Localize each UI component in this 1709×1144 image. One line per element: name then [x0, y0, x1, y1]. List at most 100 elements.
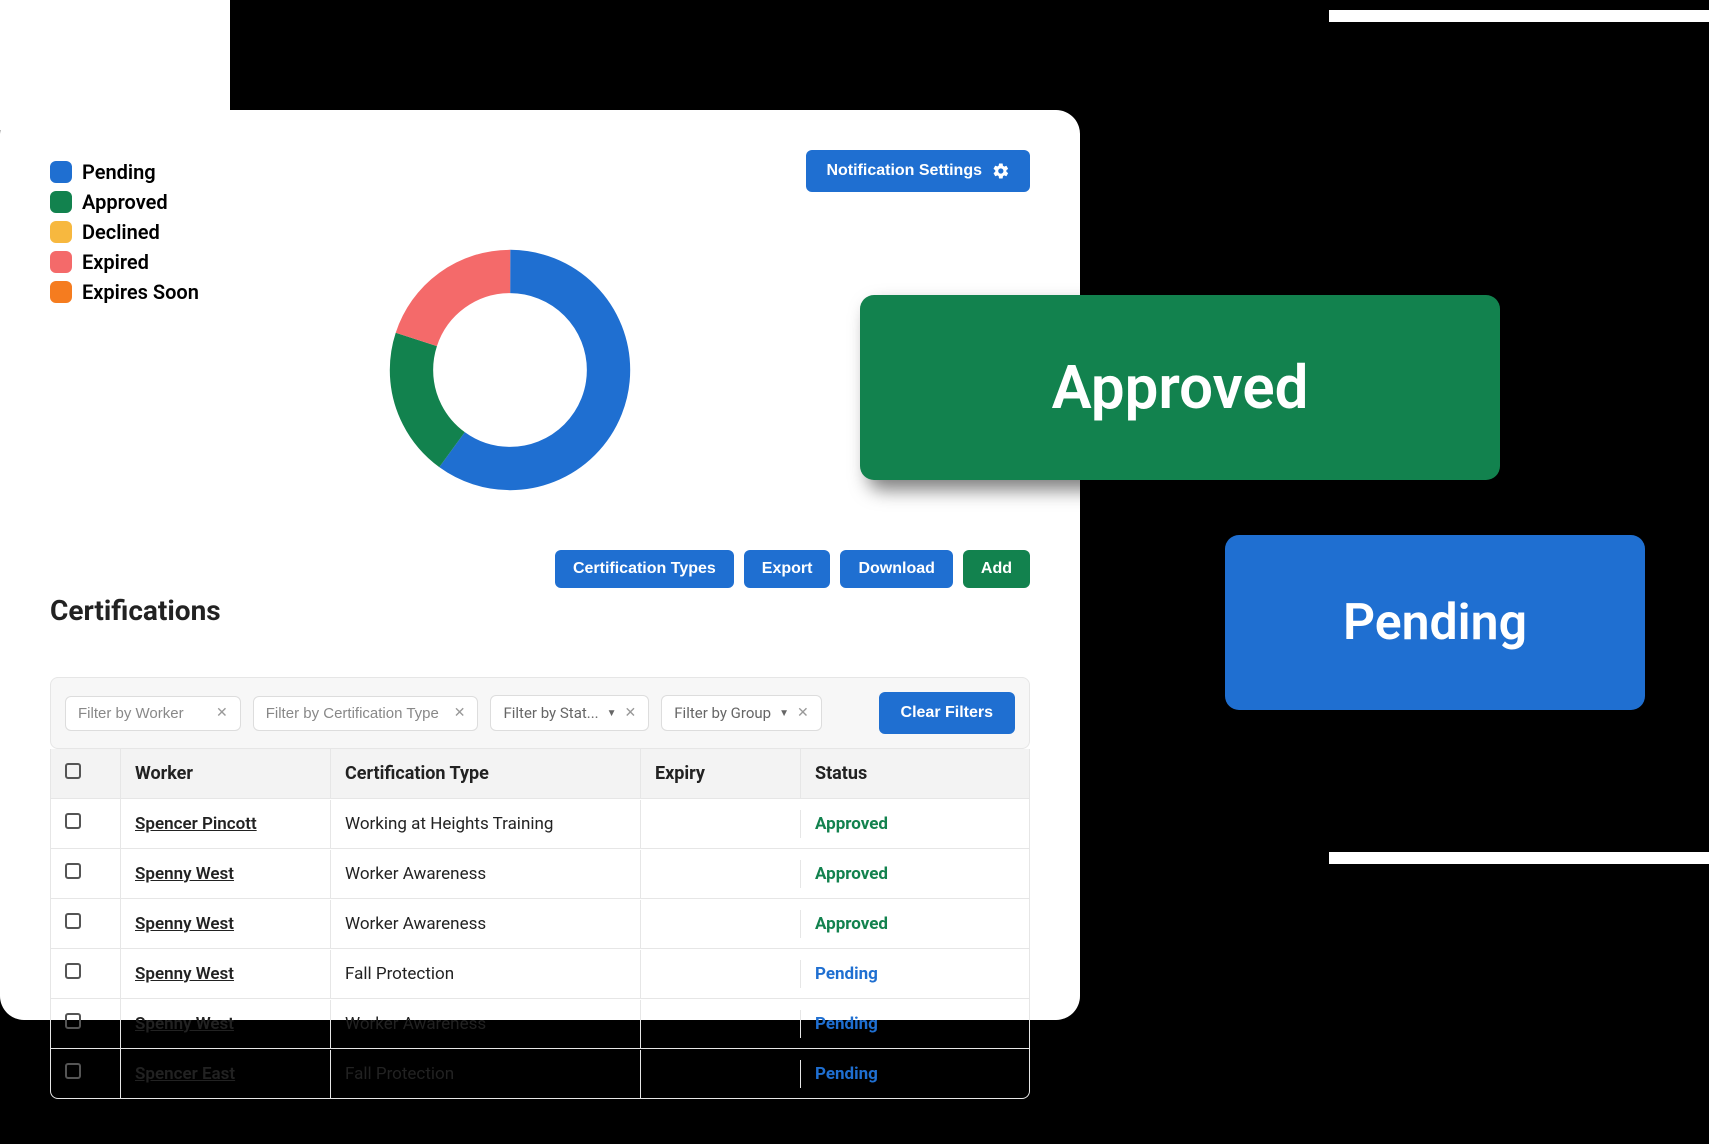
cell-worker: Spencer East — [121, 1050, 331, 1098]
legend-label: Expires Soon — [82, 280, 199, 304]
row-checkbox[interactable] — [65, 1013, 81, 1029]
table-row: Spenny West Fall Protection Pending — [51, 949, 1029, 999]
cell-status: Approved — [801, 800, 981, 848]
status-text: Approved — [815, 914, 888, 934]
decorative-line — [1329, 10, 1709, 22]
cell-cert-type: Worker Awareness — [331, 1000, 641, 1048]
filter-group-label: Filter by Group — [674, 704, 771, 722]
legend-item-declined: Declined — [50, 220, 199, 244]
row-select-cell — [51, 849, 121, 898]
cell-worker: Spenny West — [121, 950, 331, 998]
legend-label: Approved — [82, 190, 168, 214]
close-icon[interactable]: ✕ — [216, 705, 228, 721]
filter-cert-type[interactable]: ✕ — [253, 696, 479, 731]
cell-status: Pending — [801, 950, 981, 998]
row-checkbox[interactable] — [65, 1063, 81, 1079]
certification-types-button[interactable]: Certification Types — [555, 550, 734, 588]
section-title: Certifications — [50, 594, 1030, 627]
cell-expiry — [641, 1010, 801, 1038]
notification-settings-button[interactable]: Notification Settings — [806, 150, 1030, 192]
legend-label: Expired — [82, 250, 149, 274]
close-icon[interactable]: ✕ — [797, 705, 809, 721]
status-donut-chart — [380, 240, 640, 500]
row-select-cell — [51, 949, 121, 998]
badge-label: Pending — [1343, 594, 1527, 652]
cell-worker: Spenny West — [121, 900, 331, 948]
row-checkbox[interactable] — [65, 963, 81, 979]
worker-link[interactable]: Spenny West — [135, 914, 234, 934]
button-label: Notification Settings — [826, 162, 982, 180]
certifications-card: Pending Approved Declined Expired Expire… — [0, 110, 1080, 1020]
cell-worker: Spenny West — [121, 1000, 331, 1048]
cell-status: Pending — [801, 1000, 981, 1048]
close-icon[interactable]: ✕ — [625, 705, 637, 721]
certifications-table: Worker Certification Type Expiry Status … — [50, 749, 1030, 1099]
legend-item-expires-soon: Expires Soon — [50, 280, 199, 304]
status-badge-pending: Pending — [1225, 535, 1645, 710]
export-button[interactable]: Export — [744, 550, 831, 588]
status-badge-approved: Approved — [860, 295, 1500, 480]
chevron-down-icon: ▼ — [779, 708, 789, 719]
legend-label: Declined — [82, 220, 160, 244]
cell-expiry — [641, 960, 801, 988]
col-status: Status — [801, 749, 981, 798]
cell-cert-type: Working at Heights Training — [331, 800, 641, 848]
swatch-expires-soon — [50, 281, 72, 303]
swatch-pending — [50, 161, 72, 183]
table-row: Spenny WestWorker AwarenessApproved — [51, 849, 1029, 899]
swatch-expired — [50, 251, 72, 273]
row-select-cell — [51, 1049, 121, 1098]
add-button[interactable]: Add — [963, 550, 1030, 588]
table-row: Spencer East Fall Protection Pending — [51, 1049, 1029, 1098]
cell-cert-type: Worker Awareness — [331, 850, 641, 898]
filter-worker[interactable]: ✕ — [65, 696, 241, 731]
legend-item-expired: Expired — [50, 250, 199, 274]
legend-label: Pending — [82, 160, 156, 184]
cell-cert-type: Fall Protection — [331, 950, 641, 998]
worker-link[interactable]: Spenny West — [135, 1014, 234, 1034]
close-icon[interactable]: ✕ — [454, 705, 466, 721]
status-text: Pending — [815, 964, 878, 984]
table-row: Spenny West Worker Awareness Pending — [51, 999, 1029, 1049]
download-button[interactable]: Download — [840, 550, 952, 588]
col-cert-type: Certification Type — [331, 749, 641, 798]
cell-status: Approved — [801, 900, 981, 948]
row-checkbox[interactable] — [65, 863, 81, 879]
row-checkbox[interactable] — [65, 813, 81, 829]
table-row: Spencer Pincott Working at Heights Traini… — [51, 799, 1029, 849]
row-select-cell — [51, 899, 121, 948]
status-text: Pending — [815, 1014, 878, 1034]
table-header-row: Worker Certification Type Expiry Status — [51, 749, 1029, 799]
row-select-cell — [51, 999, 121, 1048]
filters-bar: ✕ ✕ Filter by Stat... ▼ ✕ Filter by Grou… — [50, 677, 1030, 749]
cell-expiry — [641, 860, 801, 888]
cell-status: Pending — [801, 1050, 981, 1098]
decorative-line — [1329, 852, 1709, 864]
cell-expiry — [641, 1060, 801, 1088]
cell-worker: Spencer Pincott — [121, 800, 331, 848]
filter-worker-input[interactable] — [78, 705, 208, 722]
status-text: Approved — [815, 814, 888, 834]
select-all-checkbox[interactable] — [65, 763, 81, 779]
cell-cert-type: Fall Protection — [331, 1050, 641, 1098]
clear-filters-button[interactable]: Clear Filters — [879, 692, 1015, 734]
row-checkbox[interactable] — [65, 913, 81, 929]
swatch-declined — [50, 221, 72, 243]
col-worker: Worker — [121, 749, 331, 798]
badge-label: Approved — [1052, 352, 1309, 423]
worker-link[interactable]: Spenny West — [135, 864, 234, 884]
actions-row: Certification Types Export Download Add — [555, 550, 1030, 588]
chart-legend: Pending Approved Declined Expired Expire… — [50, 160, 199, 304]
cell-expiry — [641, 810, 801, 838]
swatch-approved — [50, 191, 72, 213]
worker-link[interactable]: Spenny West — [135, 964, 234, 984]
row-select-cell — [51, 799, 121, 848]
filter-cert-type-input[interactable] — [266, 705, 446, 722]
cell-cert-type: Worker Awareness — [331, 900, 641, 948]
legend-item-approved: Approved — [50, 190, 199, 214]
legend-item-pending: Pending — [50, 160, 199, 184]
filter-group[interactable]: Filter by Group ▼ ✕ — [661, 695, 821, 731]
worker-link[interactable]: Spencer Pincott — [135, 814, 257, 834]
filter-status[interactable]: Filter by Stat... ▼ ✕ — [490, 695, 649, 731]
worker-link[interactable]: Spencer East — [135, 1064, 235, 1084]
